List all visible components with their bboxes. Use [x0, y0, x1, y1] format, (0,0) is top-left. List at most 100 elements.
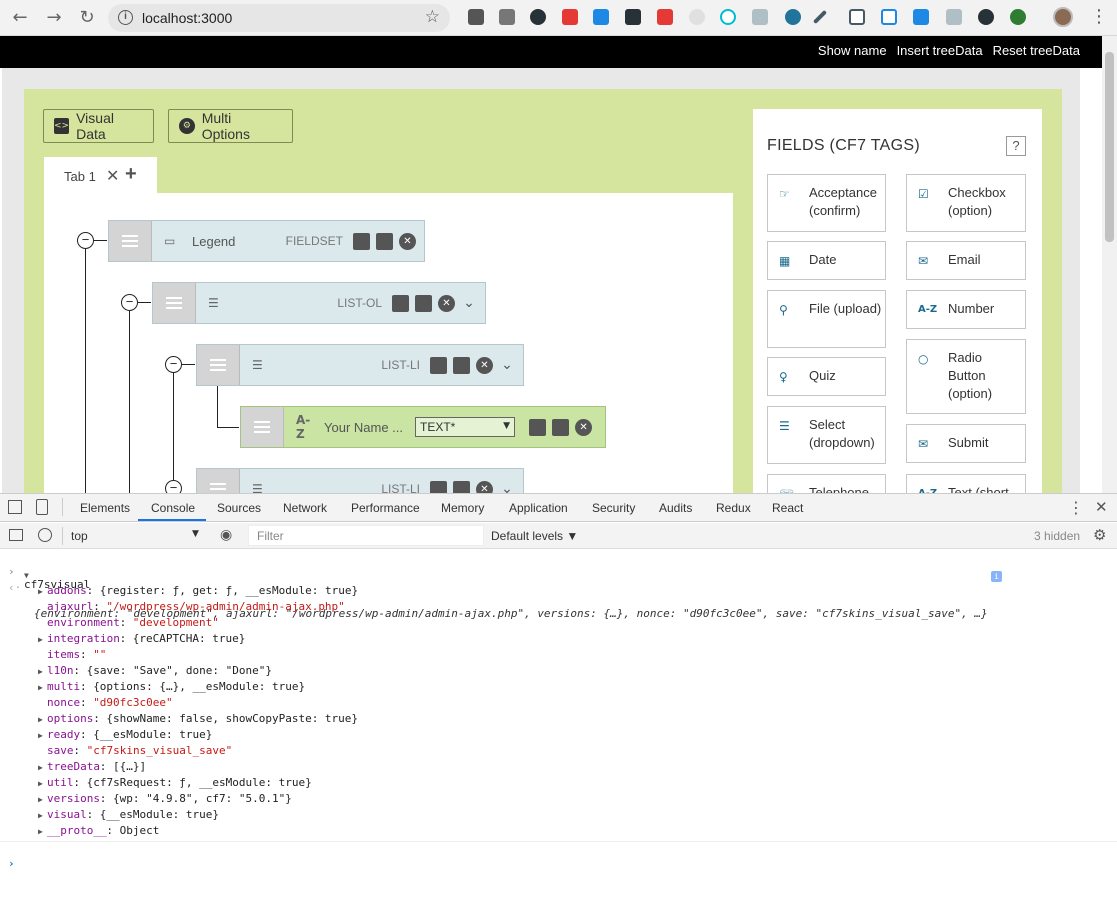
- console-prompt[interactable]: ›: [0, 844, 1117, 870]
- profile-avatar[interactable]: [1053, 7, 1073, 27]
- extension-icon[interactable]: [913, 9, 929, 25]
- property-row[interactable]: ▶ util: {cf7sRequest: ƒ, __esModule: true…: [0, 776, 1117, 792]
- drag-handle[interactable]: [153, 283, 196, 323]
- tab-sources[interactable]: Sources: [217, 501, 261, 515]
- fullscreen-icon[interactable]: [849, 9, 865, 25]
- console-result-line[interactable]: ‹· ▼ {environment: "development", ajaxur…: [0, 568, 1117, 620]
- delete-icon[interactable]: ✕: [399, 232, 416, 250]
- edit-icon[interactable]: [430, 480, 447, 493]
- chevron-down-icon[interactable]: ⌄: [461, 295, 477, 312]
- tab-redux[interactable]: Redux: [716, 501, 751, 515]
- field-file[interactable]: ⚲ File (upload): [767, 290, 886, 348]
- extension-icon[interactable]: [978, 9, 994, 25]
- edit-icon[interactable]: [529, 418, 547, 436]
- extension-icon[interactable]: [530, 9, 546, 25]
- field-type-select[interactable]: TEXT* ▼: [415, 417, 516, 437]
- bookmark-star-icon[interactable]: ☆: [425, 7, 440, 27]
- sidebar-toggle-icon[interactable]: [9, 529, 23, 541]
- show-name-link[interactable]: Show name: [818, 43, 887, 58]
- copy-icon[interactable]: [415, 294, 432, 312]
- devtools-menu-icon[interactable]: ⋮: [1068, 498, 1084, 517]
- drag-handle[interactable]: [197, 469, 240, 493]
- page-scrollbar[interactable]: [1102, 36, 1117, 493]
- lastpass-icon[interactable]: [562, 9, 578, 25]
- console-settings-icon[interactable]: ⚙: [1093, 526, 1106, 544]
- tab-application[interactable]: Application: [509, 501, 568, 515]
- drag-handle[interactable]: [197, 345, 240, 385]
- expand-triangle-icon[interactable]: ▶: [38, 779, 43, 788]
- info-icon[interactable]: i: [118, 10, 133, 25]
- close-devtools-icon[interactable]: ✕: [1095, 498, 1108, 516]
- chevron-down-icon[interactable]: ⌄: [499, 481, 515, 494]
- field-checkbox[interactable]: ☑ Checkbox (option): [906, 174, 1026, 232]
- tab-1[interactable]: Tab 1 ✕ +: [44, 157, 157, 193]
- tree-node-list-ol[interactable]: ☰ LIST-OL ✕ ⌄: [152, 282, 486, 324]
- chevron-down-icon[interactable]: ⌄: [499, 357, 515, 374]
- collapse-toggle[interactable]: −: [121, 294, 138, 311]
- expand-triangle-icon[interactable]: ▶: [38, 827, 43, 836]
- device-toolbar-icon[interactable]: [36, 499, 48, 515]
- copy-icon[interactable]: [453, 356, 470, 374]
- react-icon[interactable]: [720, 9, 736, 25]
- insert-treedata-link[interactable]: Insert treeData: [897, 43, 983, 58]
- collapse-toggle[interactable]: −: [77, 232, 94, 249]
- field-radio[interactable]: ○ Radio Button (option): [906, 339, 1026, 414]
- tab-performance[interactable]: Performance: [351, 501, 420, 515]
- edit-icon[interactable]: [430, 356, 447, 374]
- expand-triangle-icon[interactable]: ▶: [38, 715, 43, 724]
- edit-icon[interactable]: [353, 232, 370, 250]
- property-row[interactable]: ▶ addons: {register: ƒ, get: ƒ, __esModul…: [0, 584, 1117, 600]
- pocket-icon[interactable]: [468, 9, 484, 25]
- back-icon[interactable]: ←: [8, 6, 32, 30]
- property-row[interactable]: ▶ integration: {reCAPTCHA: true}: [0, 632, 1117, 648]
- tab-console[interactable]: Console: [151, 501, 195, 515]
- add-tab-icon[interactable]: +: [125, 163, 137, 186]
- extension-icon[interactable]: [946, 9, 962, 25]
- tab-network[interactable]: Network: [283, 501, 327, 515]
- field-number[interactable]: A-Z Number: [906, 290, 1026, 329]
- address-bar[interactable]: i localhost:3000 ☆: [108, 4, 450, 32]
- expand-triangle-icon[interactable]: ▶: [38, 667, 43, 676]
- extension-icon[interactable]: [593, 9, 609, 25]
- delete-icon[interactable]: ✕: [476, 480, 493, 493]
- tree-node-text[interactable]: A-Z Your Name ... TEXT* ▼ ✕: [240, 406, 606, 448]
- property-row[interactable]: ▶ versions: {wp: "4.9.8", cf7: "5.0.1"}: [0, 792, 1117, 808]
- reset-treedata-link[interactable]: Reset treeData: [993, 43, 1080, 58]
- inspect-icon[interactable]: [8, 500, 22, 514]
- expand-triangle-icon[interactable]: ▶: [38, 795, 43, 804]
- field-date[interactable]: ▦ Date: [767, 241, 886, 280]
- property-row[interactable]: ▶ ready: {__esModule: true}: [0, 728, 1117, 744]
- eyedropper-icon[interactable]: [812, 9, 828, 25]
- default-levels-select[interactable]: Default levels ▼: [491, 529, 578, 543]
- extension-icon[interactable]: [1010, 9, 1026, 25]
- property-row[interactable]: ▶ __proto__: Object: [0, 824, 1117, 840]
- url-text[interactable]: localhost:3000: [142, 10, 232, 26]
- camera-icon[interactable]: [499, 9, 515, 25]
- edit-icon[interactable]: [392, 294, 409, 312]
- clear-console-icon[interactable]: [38, 528, 52, 542]
- expand-triangle-icon[interactable]: ▶: [38, 587, 43, 596]
- eye-icon[interactable]: ◉: [220, 527, 232, 543]
- forward-icon[interactable]: →: [42, 6, 66, 30]
- multi-options-button[interactable]: ⚙ Multi Options: [168, 109, 293, 143]
- drag-handle[interactable]: [109, 221, 152, 261]
- copy-icon[interactable]: [376, 232, 393, 250]
- copy-icon[interactable]: [453, 480, 470, 493]
- expand-triangle-icon[interactable]: ▶: [38, 635, 43, 644]
- field-acceptance[interactable]: ☞ Acceptance (confirm): [767, 174, 886, 232]
- tree-node-list-li[interactable]: ☰ LIST-LI ✕ ⌄: [196, 344, 524, 386]
- info-badge-icon[interactable]: i: [991, 571, 1002, 582]
- collapse-toggle[interactable]: −: [165, 480, 182, 493]
- expand-triangle-icon[interactable]: ▶: [38, 763, 43, 772]
- field-text[interactable]: A-Z Text (short: [906, 474, 1026, 493]
- context-arrow-icon[interactable]: ▼: [192, 529, 199, 539]
- tab-elements[interactable]: Elements: [80, 501, 130, 515]
- reload-icon[interactable]: ↻: [75, 6, 99, 30]
- expanded-triangle-icon[interactable]: ▼: [24, 571, 29, 580]
- context-select[interactable]: top: [71, 529, 88, 543]
- expand-triangle-icon[interactable]: ▶: [38, 731, 43, 740]
- extension-icon[interactable]: [657, 9, 673, 25]
- field-telephone[interactable]: ☏ Telephone: [767, 474, 886, 493]
- field-submit[interactable]: ✉ Submit: [906, 424, 1026, 463]
- extension-icon[interactable]: [881, 9, 897, 25]
